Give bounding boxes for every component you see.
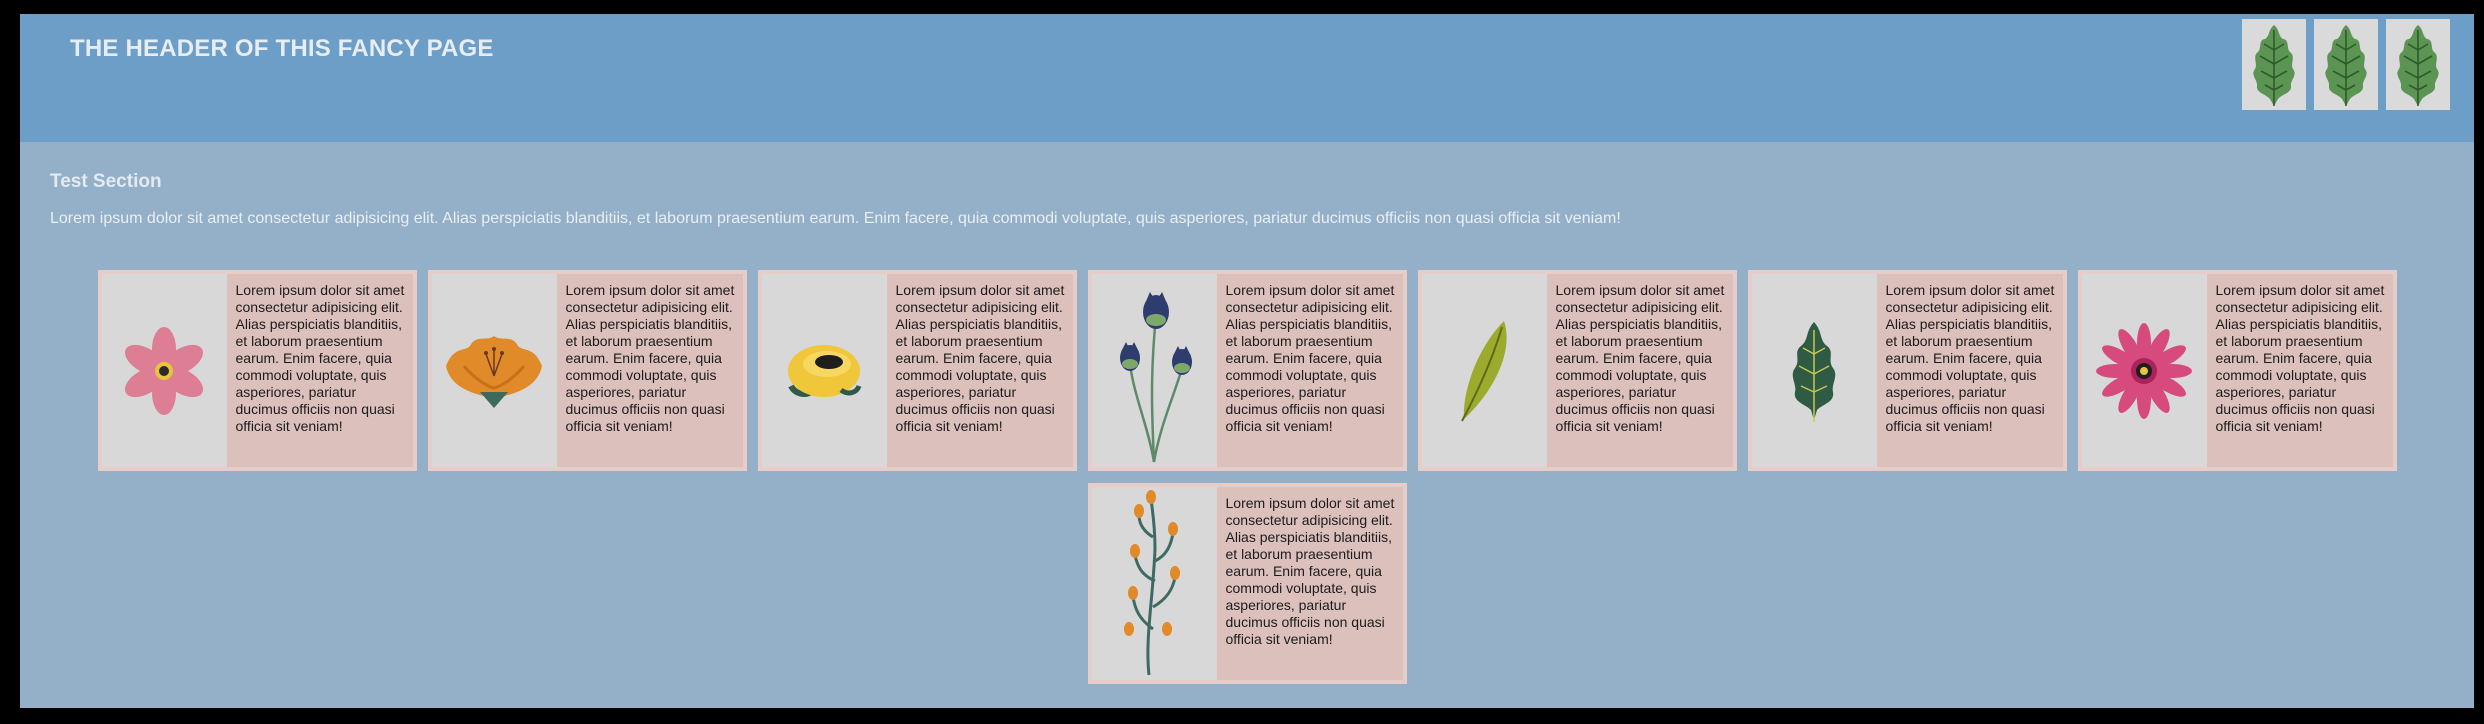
card: Lorem ipsum dolor sit amet consectetur a… bbox=[1747, 270, 2067, 471]
header-title: THE HEADER OF THIS FANCY PAGE bbox=[70, 35, 494, 62]
oak-leaf-icon bbox=[2314, 19, 2378, 110]
berry-branch-icon bbox=[1091, 487, 1217, 680]
thistle-flowers-icon bbox=[1091, 274, 1217, 467]
oak-leaf-icon bbox=[2242, 19, 2306, 110]
card: Lorem ipsum dolor sit amet consectetur a… bbox=[2077, 270, 2397, 471]
card-grid: Lorem ipsum dolor sit amet consectetur a… bbox=[97, 270, 2397, 684]
section-title: Test Section bbox=[50, 171, 162, 192]
card: Lorem ipsum dolor sit amet consectetur a… bbox=[1417, 270, 1737, 471]
yellow-flower-icon bbox=[761, 274, 887, 467]
card: Lorem ipsum dolor sit amet consectetur a… bbox=[427, 270, 747, 471]
card: Lorem ipsum dolor sit amet consectetur a… bbox=[1087, 270, 1407, 471]
header-icons bbox=[2242, 19, 2450, 110]
orange-flower-icon bbox=[431, 274, 557, 467]
card-text: Lorem ipsum dolor sit amet consectetur a… bbox=[1225, 282, 1395, 434]
page-header: THE HEADER OF THIS FANCY PAGE bbox=[20, 14, 2474, 142]
card-text: Lorem ipsum dolor sit amet consectetur a… bbox=[235, 282, 405, 434]
page: THE HEADER OF THIS FANCY PAGE Test Secti… bbox=[20, 14, 2474, 708]
card-text: Lorem ipsum dolor sit amet consectetur a… bbox=[1555, 282, 1725, 434]
card: Lorem ipsum dolor sit amet consectetur a… bbox=[1087, 483, 1407, 684]
card-text: Lorem ipsum dolor sit amet consectetur a… bbox=[895, 282, 1065, 434]
olive-leaf-icon bbox=[1421, 274, 1547, 467]
pink-flower-icon bbox=[101, 274, 227, 467]
magenta-flower-icon bbox=[2081, 274, 2207, 467]
green-leaf-icon bbox=[1751, 274, 1877, 467]
section-description: Lorem ipsum dolor sit amet consectetur a… bbox=[50, 210, 1621, 227]
card-text: Lorem ipsum dolor sit amet consectetur a… bbox=[1225, 495, 1395, 647]
card: Lorem ipsum dolor sit amet consectetur a… bbox=[97, 270, 417, 471]
card: Lorem ipsum dolor sit amet consectetur a… bbox=[757, 270, 1077, 471]
card-text: Lorem ipsum dolor sit amet consectetur a… bbox=[1885, 282, 2055, 434]
oak-leaf-icon bbox=[2386, 19, 2450, 110]
card-text: Lorem ipsum dolor sit amet consectetur a… bbox=[2215, 282, 2385, 434]
card-text: Lorem ipsum dolor sit amet consectetur a… bbox=[565, 282, 735, 434]
